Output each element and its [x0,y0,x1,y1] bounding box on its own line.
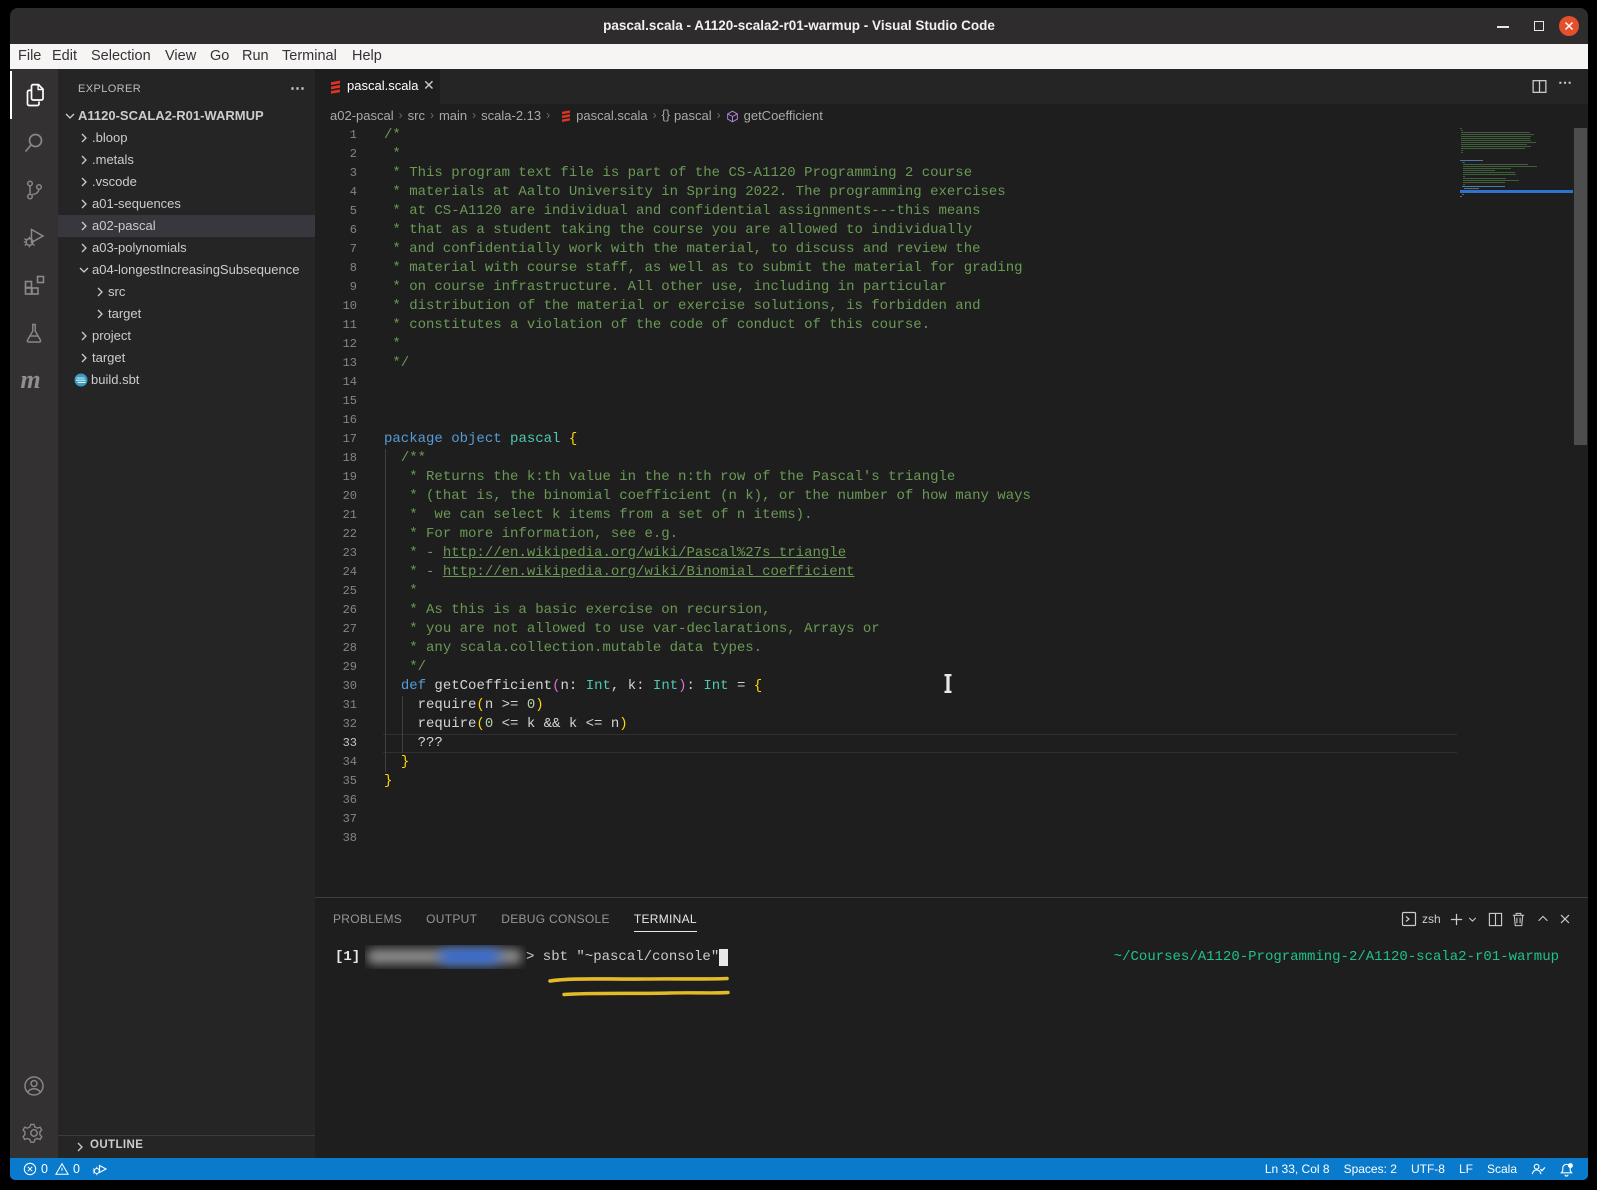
svg-text:m: m [20,369,40,392]
